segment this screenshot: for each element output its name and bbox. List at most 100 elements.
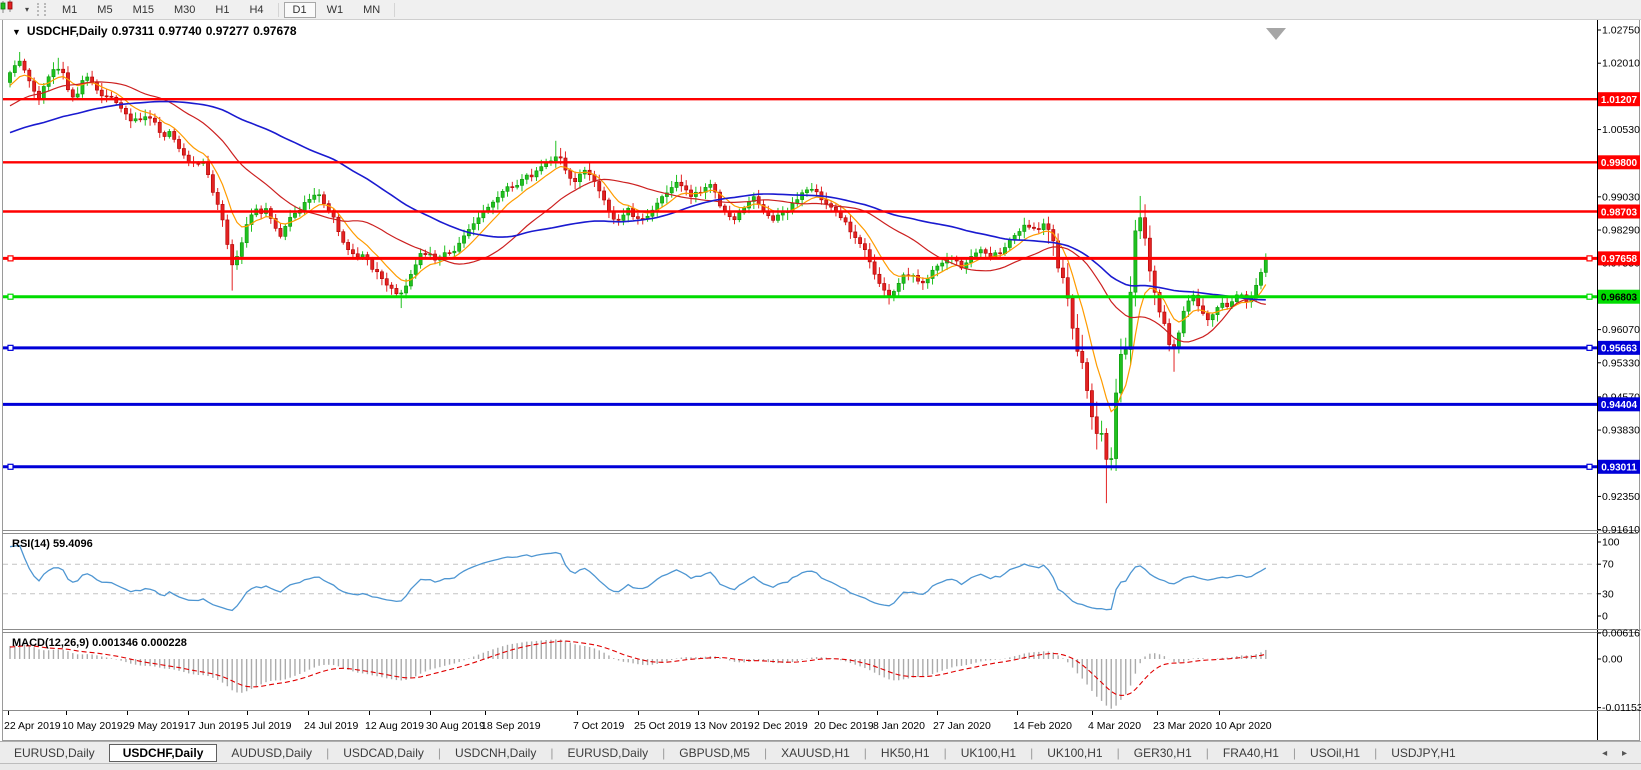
- chart-shift-icon[interactable]: [1266, 28, 1286, 40]
- timeframe-button-h1[interactable]: H1: [206, 2, 238, 18]
- line-handle[interactable]: [1586, 463, 1593, 470]
- candle-body: [877, 273, 882, 284]
- collapse-triangle-icon[interactable]: ▼: [12, 27, 21, 37]
- candle-body: [312, 194, 317, 200]
- candle-body: [824, 199, 829, 204]
- candle-body: [573, 178, 578, 183]
- toolbar-separator: [394, 2, 396, 17]
- chart-tab-usdcad-daily[interactable]: USDCAD,Daily: [329, 744, 438, 762]
- candle-body: [983, 249, 988, 254]
- candle-body: [553, 156, 558, 162]
- chart-tab-hk50-h1[interactable]: HK50,H1: [867, 744, 944, 762]
- timeframe-button-h4[interactable]: H4: [240, 2, 272, 18]
- timeframe-button-m15[interactable]: M15: [124, 2, 163, 18]
- chart-symbol-title: ▼ USDCHF,Daily 0.97311 0.97740 0.97277 0.9767…: [12, 24, 301, 38]
- candle-body: [225, 219, 230, 245]
- candle-body: [1094, 416, 1099, 434]
- timeframe-button-w1[interactable]: W1: [318, 2, 353, 18]
- candle-body: [616, 218, 621, 221]
- candle-body: [495, 197, 500, 203]
- chart-tab-uk100-h1[interactable]: UK100,H1: [1033, 744, 1116, 762]
- candle-body: [210, 174, 215, 193]
- candle-body: [90, 76, 95, 83]
- rsi-axis-label: 70: [1602, 559, 1614, 571]
- chevron-down-icon[interactable]: ▾: [21, 5, 33, 14]
- candle-body: [674, 181, 679, 188]
- chart-tab-usdcnh-daily[interactable]: USDCNH,Daily: [441, 744, 550, 762]
- line-handle[interactable]: [7, 255, 14, 262]
- chart-tab-ger30-h1[interactable]: GER30,H1: [1120, 744, 1206, 762]
- candle-body: [940, 262, 945, 267]
- candle-body: [128, 113, 133, 122]
- line-price-badge-text: 0.93011: [1601, 463, 1637, 474]
- candle-body: [1119, 353, 1123, 394]
- chart-tab-gbpusd-m5[interactable]: GBPUSD,M5: [665, 744, 764, 762]
- low-value: 0.97277: [205, 24, 250, 38]
- candle-body: [534, 170, 539, 178]
- line-handle[interactable]: [7, 344, 14, 351]
- candle-body: [520, 178, 524, 186]
- chart-tab-uk100-h1[interactable]: UK100,H1: [947, 744, 1030, 762]
- candle-body: [1041, 223, 1046, 230]
- tab-scroll-arrows[interactable]: ◂ ▸: [1602, 748, 1633, 759]
- date-axis-label: 10 May 2019: [62, 720, 123, 732]
- candle-body: [278, 228, 283, 237]
- line-handle[interactable]: [7, 463, 14, 470]
- candle-body: [529, 174, 534, 178]
- date-axis-label: 23 Mar 2020: [1153, 720, 1212, 732]
- chart-tab-usoil-h1[interactable]: USOil,H1: [1296, 744, 1374, 762]
- date-axis-label: 17 Jun 2019: [184, 720, 242, 732]
- chart-tab-fra40-h1[interactable]: FRA40,H1: [1209, 744, 1293, 762]
- candle-body: [61, 68, 66, 74]
- rsi-indicator-label: RSI(14) 59.4096: [12, 538, 93, 550]
- close-value: 0.97678: [253, 24, 297, 38]
- timeframe-button-m30[interactable]: M30: [165, 2, 204, 18]
- candle-body: [1070, 298, 1075, 329]
- candle-body: [471, 223, 476, 230]
- timeframe-button-m5[interactable]: M5: [88, 2, 121, 18]
- candle-body: [1201, 305, 1205, 314]
- candle-body: [317, 194, 322, 197]
- toolbar-grip[interactable]: [37, 3, 46, 16]
- candle-body: [322, 194, 326, 204]
- candle-body: [1099, 433, 1104, 435]
- line-handle[interactable]: [1586, 293, 1593, 300]
- candle-body: [167, 131, 172, 137]
- candle-body: [351, 249, 355, 255]
- line-handle[interactable]: [1586, 255, 1593, 262]
- candle-body: [510, 186, 515, 188]
- chart-tab-usdjpy-h1[interactable]: USDJPY,H1: [1377, 744, 1469, 762]
- candle-body: [457, 242, 462, 252]
- candlestick-chart-icon[interactable]: [0, 0, 21, 17]
- candle-body: [621, 214, 626, 221]
- candle-body: [780, 212, 785, 216]
- candle-body: [1085, 362, 1089, 391]
- timeframe-button-m1[interactable]: M1: [53, 2, 86, 18]
- candle-body: [1123, 349, 1128, 355]
- candle-body: [138, 118, 143, 121]
- chart-tab-eurusd-daily[interactable]: EURUSD,Daily: [0, 744, 109, 762]
- candle-body: [1162, 311, 1167, 324]
- candle-body: [848, 221, 853, 233]
- candle-body: [389, 284, 394, 289]
- open-value: 0.97311: [111, 24, 155, 38]
- line-handle[interactable]: [7, 293, 14, 300]
- chart-tab-xauusd-h1[interactable]: XAUUSD,H1: [767, 744, 864, 762]
- chart-tab-usdchf-daily[interactable]: USDCHF,Daily: [108, 744, 218, 762]
- chart-tab-eurusd-daily[interactable]: EURUSD,Daily: [553, 744, 662, 762]
- timeframe-button-mn[interactable]: MN: [354, 2, 389, 18]
- toolbar-separator: [277, 2, 279, 17]
- candle-body: [1104, 433, 1109, 460]
- candle-body: [597, 181, 602, 192]
- candle-body: [838, 211, 843, 219]
- candle-body: [380, 271, 384, 279]
- chart-tab-audusd-daily[interactable]: AUDUSD,Daily: [217, 744, 326, 762]
- candle-body: [133, 118, 138, 122]
- candle-body: [843, 217, 848, 223]
- date-axis-label: 27 Jan 2020: [933, 720, 991, 732]
- line-handle[interactable]: [1586, 344, 1593, 351]
- candle-body: [684, 185, 689, 191]
- candle-body: [283, 226, 288, 237]
- price-axis-label: 1.02010: [1602, 58, 1640, 70]
- timeframe-button-d1[interactable]: D1: [283, 1, 316, 18]
